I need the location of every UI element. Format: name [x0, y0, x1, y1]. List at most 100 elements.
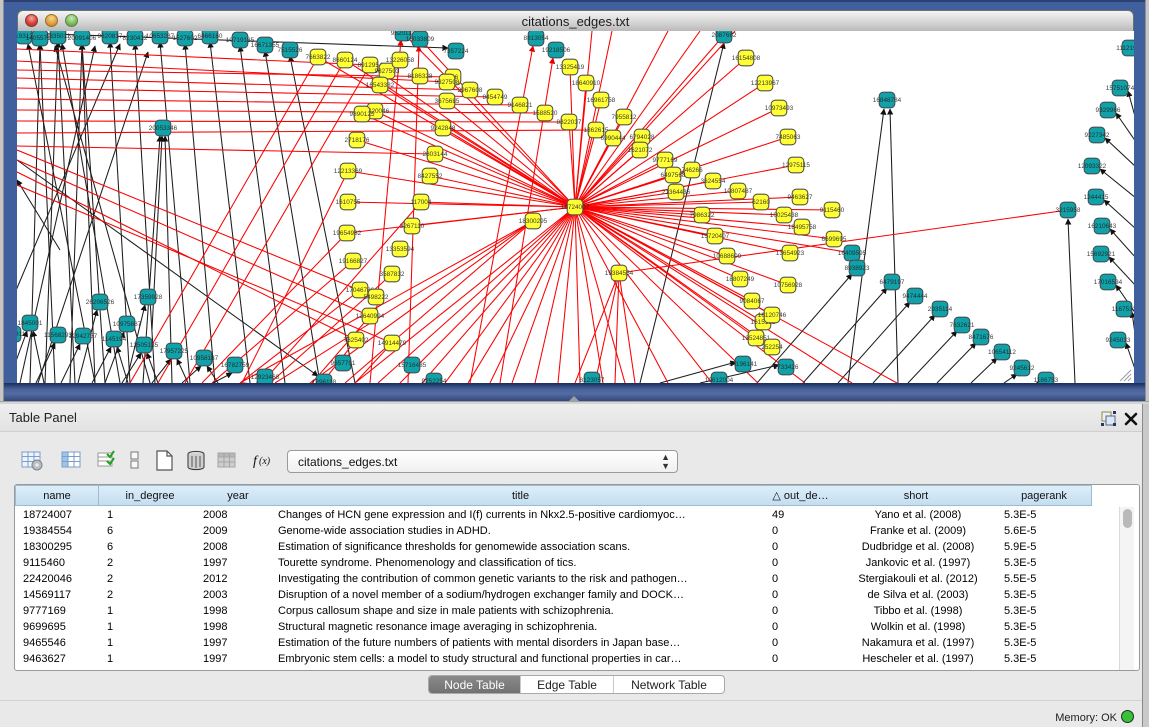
svg-text:13654923: 13654923: [776, 250, 805, 257]
svg-text:1610755: 1610755: [336, 199, 361, 206]
svg-text:10688609: 10688609: [713, 253, 742, 260]
svg-text:9620817: 9620817: [98, 33, 123, 40]
svg-text:16154808: 16154808: [732, 55, 761, 62]
svg-text:15751074: 15751074: [1106, 85, 1134, 92]
svg-text:16543382: 16543382: [366, 82, 395, 89]
svg-text:13226058: 13226058: [386, 57, 415, 64]
svg-text:9777169: 9777169: [653, 157, 678, 164]
svg-text:9474444: 9474444: [903, 293, 928, 300]
svg-text:8454749: 8454749: [483, 94, 508, 101]
svg-text:14914479: 14914479: [378, 340, 407, 347]
svg-text:1621072: 1621072: [628, 147, 653, 154]
svg-text:9463627: 9463627: [788, 194, 813, 201]
svg-text:7955812: 7955812: [612, 114, 637, 121]
svg-text:9245033: 9245033: [1106, 337, 1131, 344]
svg-text:16033809: 16033809: [406, 36, 435, 43]
svg-text:7632621: 7632621: [950, 322, 975, 329]
svg-text:12640994: 12640994: [356, 313, 385, 320]
svg-text:9252254: 9252254: [422, 378, 447, 383]
svg-text:26206526: 26206526: [86, 299, 115, 306]
svg-text:2718176: 2718176: [345, 137, 370, 144]
svg-text:1296118: 1296118: [312, 379, 337, 383]
svg-text:1845001: 1845001: [18, 320, 43, 327]
svg-text:12923468: 12923468: [251, 374, 280, 381]
svg-text:18807249: 18807249: [726, 276, 755, 283]
svg-text:10653287: 10653287: [146, 33, 175, 40]
svg-text:13353594: 13353594: [386, 246, 415, 253]
svg-text:16848784: 16848784: [873, 97, 902, 104]
svg-text:3267110: 3267110: [400, 223, 425, 230]
svg-text:6990444: 6990444: [601, 135, 626, 142]
svg-text:19166827: 19166827: [339, 258, 368, 265]
svg-text:10654112: 10654112: [988, 349, 1016, 356]
svg-text:2803144: 2803144: [423, 151, 448, 158]
svg-text:8427552: 8427552: [418, 173, 443, 180]
svg-text:12213369: 12213369: [334, 168, 363, 175]
svg-text:12942737: 12942737: [69, 333, 98, 340]
svg-text:8938923: 8938923: [845, 265, 870, 272]
svg-text:12213967: 12213967: [751, 80, 780, 87]
svg-text:1588520: 1588520: [533, 110, 558, 117]
svg-text:15716485: 15716485: [398, 362, 427, 369]
svg-text:10756928: 10756928: [774, 282, 803, 289]
svg-text:13325419: 13325419: [556, 64, 585, 71]
svg-text:6466160: 6466160: [198, 33, 223, 40]
svg-text:7663822: 7663822: [306, 54, 331, 61]
svg-text:8660124: 8660124: [333, 57, 358, 64]
svg-text:7485063: 7485063: [776, 134, 801, 141]
svg-text:9827503: 9827503: [375, 68, 400, 75]
svg-text:8123057: 8123057: [580, 377, 605, 383]
svg-text:1167533: 1167533: [1112, 306, 1134, 313]
svg-text:9327508: 9327508: [435, 79, 460, 86]
svg-text:62160: 62160: [752, 199, 770, 206]
svg-text:7357224: 7357224: [444, 48, 469, 55]
svg-text:8230412: 8230412: [123, 35, 148, 42]
svg-text:12975115: 12975115: [782, 162, 810, 169]
svg-text:1186753: 1186753: [1034, 377, 1059, 383]
svg-text:1733426: 1733426: [774, 364, 799, 371]
svg-text:3675685: 3675685: [435, 98, 460, 105]
svg-text:10807487: 10807487: [724, 188, 753, 195]
svg-text:6479197: 6479197: [880, 279, 905, 286]
svg-text:10975887: 10975887: [113, 321, 142, 328]
svg-text:1527602: 1527602: [173, 35, 198, 42]
svg-text:9329966: 9329966: [1096, 107, 1121, 114]
svg-text:18495758: 18495758: [788, 224, 817, 231]
svg-text:16782759: 16782759: [221, 362, 250, 369]
svg-text:9146821: 9146821: [508, 102, 533, 109]
svg-text:20091406: 20091406: [68, 35, 97, 42]
svg-text:3915911: 3915911: [17, 331, 26, 338]
svg-text:18300295: 18300295: [519, 218, 548, 225]
svg-text:10025438: 10025438: [770, 212, 799, 219]
svg-text:12093322: 12093322: [1078, 163, 1107, 170]
svg-text:3587832: 3587832: [380, 271, 405, 278]
svg-text:9890125: 9890125: [350, 111, 375, 118]
svg-text:16120746: 16120746: [758, 312, 787, 319]
svg-text:1145194: 1145194: [102, 336, 127, 343]
svg-text:8322037: 8322037: [557, 119, 582, 126]
svg-text:14196141: 14196141: [729, 361, 758, 368]
svg-text:9084067: 9084067: [740, 298, 765, 305]
svg-text:17957225: 17957225: [160, 348, 189, 355]
svg-text:17016534: 17016534: [1094, 279, 1123, 286]
svg-text:117004: 117004: [411, 199, 432, 206]
svg-text:11121904: 11121904: [1116, 45, 1134, 52]
svg-text:3624554: 3624554: [701, 178, 726, 185]
svg-text:1244415: 1244415: [1084, 194, 1109, 201]
svg-text:6699695: 6699695: [822, 236, 847, 243]
svg-text:7986322: 7986322: [690, 212, 715, 219]
svg-text:7515526: 7515526: [278, 47, 303, 54]
svg-text:15692921: 15692921: [1087, 251, 1116, 258]
svg-text:3215958: 3215958: [1056, 207, 1081, 214]
svg-text:18724007: 18724007: [561, 204, 590, 211]
svg-text:10973493: 10973493: [765, 105, 794, 112]
svg-text:2967608: 2967608: [458, 87, 483, 94]
svg-text:15720407: 15720407: [701, 233, 730, 240]
svg-text:8186328: 8186328: [408, 73, 433, 80]
svg-text:16671355: 16671355: [251, 42, 280, 49]
svg-text:12505135: 12505135: [130, 342, 159, 349]
svg-text:17359928: 17359928: [134, 294, 163, 301]
svg-text:9115460: 9115460: [820, 207, 845, 214]
svg-text:6794028: 6794028: [630, 134, 655, 141]
svg-text:2087682: 2087682: [712, 32, 737, 39]
